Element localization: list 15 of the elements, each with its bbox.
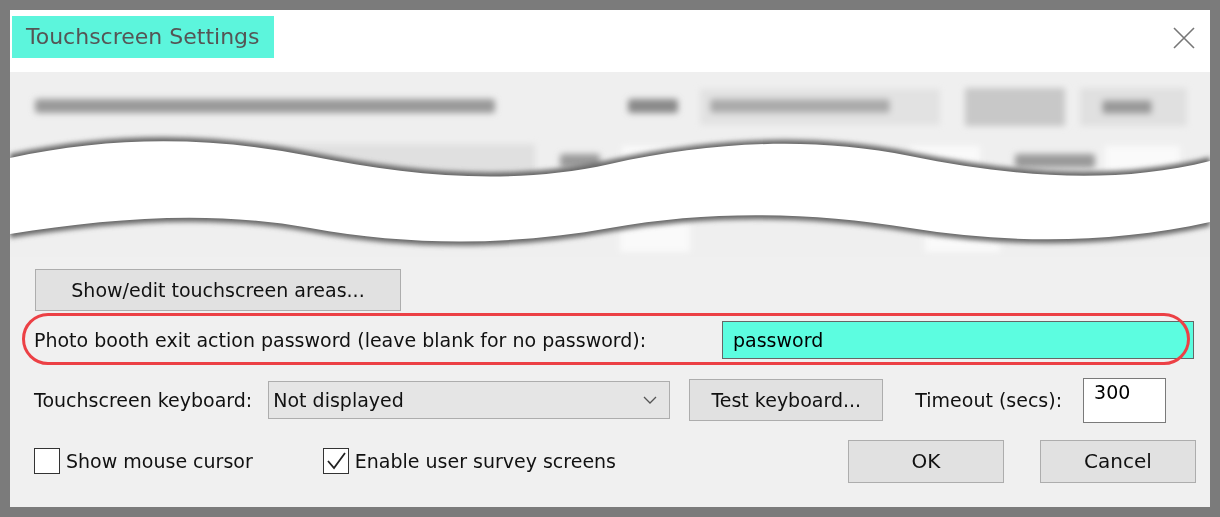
dialog-button[interactable]: Cancel — [1040, 439, 1196, 483]
checkbox-option[interactable]: Show mouse cursor — [34, 448, 253, 474]
keyboard-label: Touchscreen keyboard: — [34, 389, 253, 411]
password-label: Photo booth exit action password (leave blank for no password): — [34, 329, 647, 351]
caret-icon — [643, 396, 658, 404]
window-title: Touchscreen Settings — [12, 16, 274, 58]
timeout-field[interactable]: 300 — [1083, 377, 1167, 423]
keyboard-dropdown[interactable]: Not displayed — [268, 381, 671, 419]
dialog-button[interactable]: OK — [848, 439, 1004, 483]
checkbox-option[interactable]: Enable user survey screens — [322, 448, 617, 474]
close-icon[interactable] — [1173, 27, 1195, 49]
show-areas-button[interactable]: Show/edit touchscreen areas... — [35, 269, 401, 311]
password-field[interactable]: password — [722, 321, 1194, 359]
timeout-label: Timeout (secs): — [915, 389, 1063, 411]
test-keyboard-button[interactable]: Test keyboard... — [689, 379, 884, 421]
